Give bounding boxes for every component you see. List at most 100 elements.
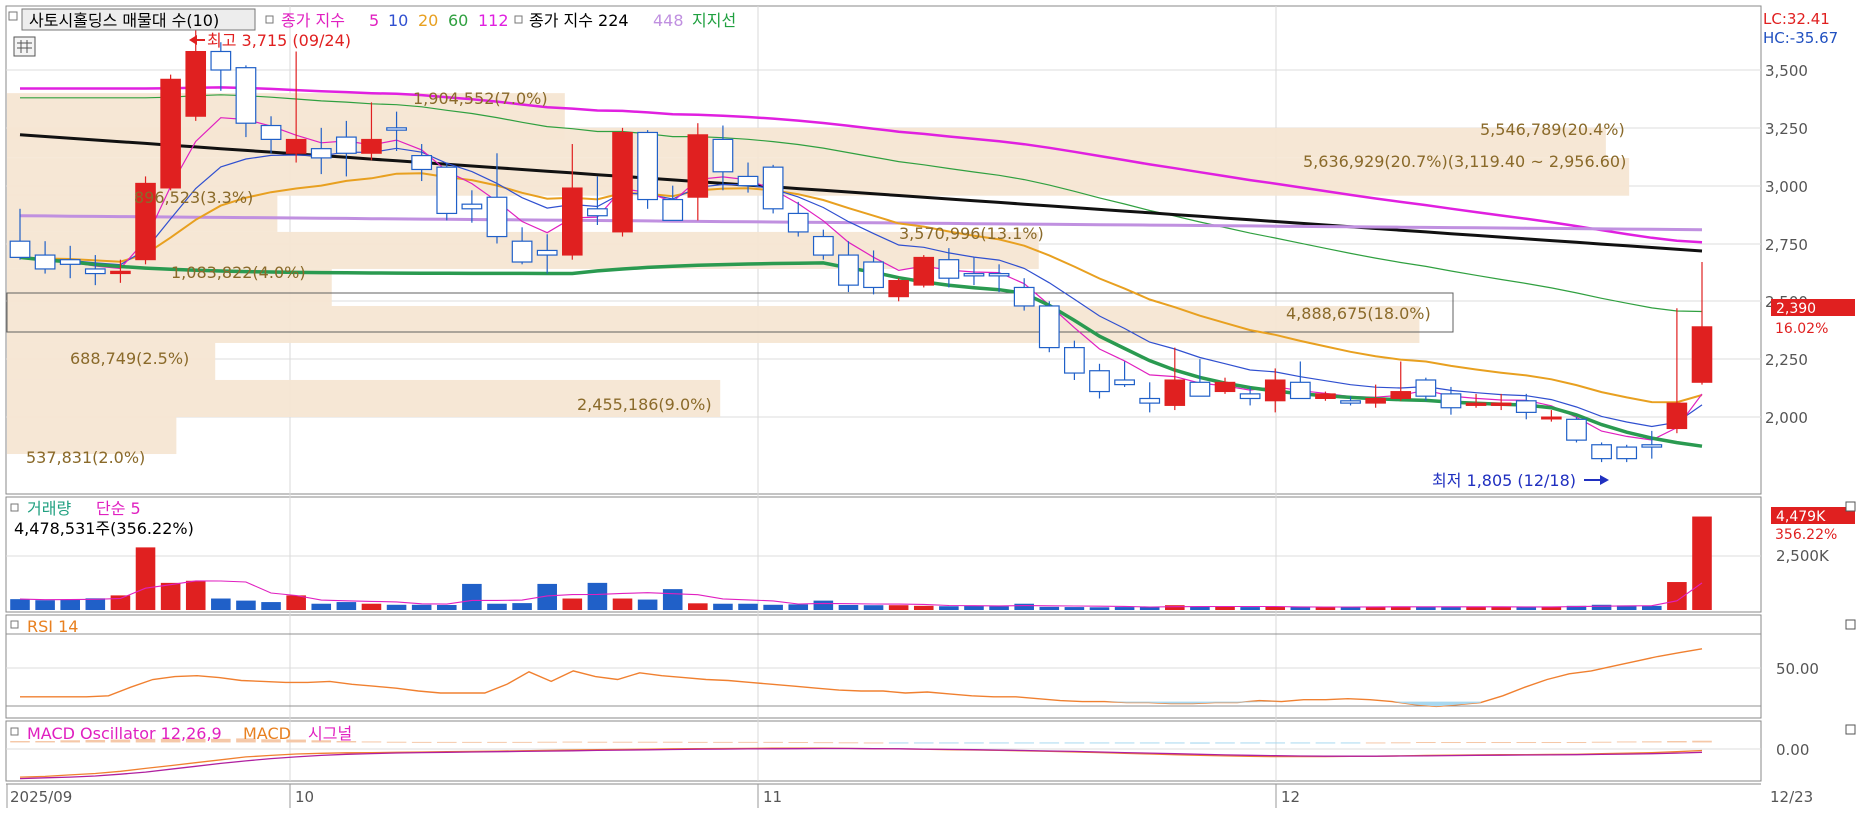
volume-bar [913, 605, 934, 610]
candle-body [637, 131, 659, 201]
volume-bar [1014, 603, 1034, 610]
close-pane-icon[interactable] [1845, 501, 1856, 512]
candle-body [361, 138, 382, 154]
candle-body [9, 240, 31, 258]
volume-bar [1114, 607, 1135, 610]
candle-body [1239, 393, 1261, 400]
oscillator-bar [1039, 742, 1060, 744]
candle-body [1415, 379, 1437, 397]
oscillator-bar [688, 741, 708, 743]
oscillator-bar [637, 741, 658, 743]
volume-bar [110, 595, 131, 610]
volume-bar [1039, 606, 1060, 610]
volume-bar [512, 603, 532, 610]
volume-bar [1441, 607, 1461, 610]
candle-body [1616, 446, 1638, 460]
signal-label: 시그널 [308, 724, 352, 743]
volume-bar [35, 600, 55, 610]
volume-title: 거래량 [27, 499, 71, 518]
candle-body [787, 212, 809, 233]
oscillator-bar [462, 741, 482, 743]
candle-body [612, 131, 633, 233]
volume-bar [612, 598, 633, 610]
candle-body [84, 268, 106, 275]
candle-body [888, 280, 909, 298]
grid-toggle-icon[interactable] [13, 36, 36, 57]
volume-bar [236, 600, 256, 610]
candle-body [1440, 393, 1462, 409]
high-label: 최고 3,715 (09/24) [207, 31, 351, 50]
macd-y-tick: 0.00 [1776, 741, 1809, 759]
volume-bar [436, 604, 457, 610]
ma-448-label[interactable]: 448 [653, 11, 684, 30]
candle-body [737, 175, 759, 187]
oscillator-bar [1616, 741, 1637, 743]
candle-body [59, 259, 81, 265]
ma-10-label[interactable]: 10 [388, 11, 408, 30]
profile-label: 537,831(2.0%) [26, 448, 145, 467]
candle-body [1214, 381, 1236, 393]
oscillator-bar [1667, 741, 1687, 743]
oscillator-bar [1089, 742, 1110, 744]
candle-body [335, 136, 357, 154]
close-pane-icon[interactable] [1845, 619, 1856, 630]
volume-bar [587, 582, 608, 610]
volume-bar [713, 603, 733, 610]
candle-body [1063, 347, 1085, 374]
volume-ma-label: 단순 5 [96, 499, 141, 518]
lc-hc-readout: LC:32.41 HC:-35.67 [1763, 10, 1838, 47]
candle-body [235, 67, 257, 124]
volume-bar [411, 604, 432, 610]
oscillator-bar [411, 741, 432, 743]
oscillator-bar [1290, 742, 1311, 744]
volume-bar [160, 582, 181, 610]
oscillator-bar [1491, 742, 1511, 744]
current-price: 2,390 [1776, 301, 1816, 317]
volume-bar [738, 603, 758, 610]
macd-label: MACD [243, 724, 291, 743]
oscillator-bar [487, 741, 507, 743]
y-tick-label: 2,250 [1765, 351, 1808, 369]
candle-body [938, 259, 960, 279]
ma-5-label[interactable]: 5 [369, 11, 379, 30]
candle-body [1114, 379, 1135, 386]
oscillator-bar [436, 741, 457, 743]
macd-title: MACD Oscillator 12,26,9 [27, 724, 222, 743]
oscillator-bar [537, 741, 557, 743]
y-tick-label: 3,500 [1765, 62, 1808, 80]
close-pane-icon[interactable] [1845, 724, 1856, 735]
volume-bar [989, 606, 1009, 610]
candle-body [210, 50, 232, 71]
candle-body [1164, 379, 1186, 406]
candle-body [1289, 381, 1311, 400]
ma-20-label[interactable]: 20 [418, 11, 438, 30]
candle-body [1541, 416, 1562, 420]
candle-body [587, 208, 608, 217]
volume-bar [562, 598, 583, 610]
volume-bar [662, 589, 683, 610]
support-line-label[interactable]: 지지선 [692, 11, 736, 30]
candle-body [1340, 400, 1361, 404]
profile-label: 4,888,675(18.0%) [1286, 304, 1431, 323]
volume-change: 356.22% [1775, 527, 1837, 543]
candle-body [1315, 393, 1336, 399]
oscillator-bar [788, 742, 809, 744]
ma-60-label[interactable]: 60 [448, 11, 468, 30]
ma-112-label[interactable]: 112 [478, 11, 509, 30]
rsi-y-tick: 50.00 [1776, 660, 1819, 678]
volume-bar [311, 603, 332, 610]
volume-value: 4,478,531주(356.22%) [14, 519, 194, 538]
volume-bar [1089, 607, 1110, 610]
candle-body [1139, 397, 1161, 404]
chart-canvas: 1,904,552(7.0%) 5,546,789(20.4%) 5,636,9… [0, 0, 1858, 813]
oscillator-bar [612, 741, 633, 743]
candle-body [486, 196, 508, 238]
volume-bar [637, 599, 658, 610]
candle-body [386, 127, 407, 131]
oscillator-bar [1340, 742, 1361, 744]
oscillator-bar [1064, 742, 1085, 744]
y-tick-label: 2,750 [1765, 236, 1808, 254]
volume-bar [135, 547, 156, 610]
rsi-title: RSI 14 [27, 617, 78, 636]
ma-224-label[interactable]: 종가 지수 224 [529, 11, 629, 30]
